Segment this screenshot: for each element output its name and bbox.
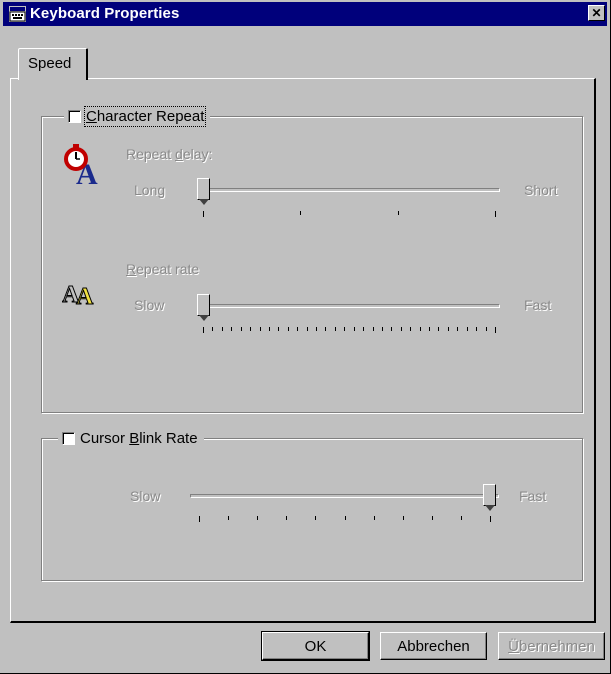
tick-mark xyxy=(250,327,252,331)
tick-mark xyxy=(363,327,365,331)
repeat-delay-max-label: Short xyxy=(524,182,558,198)
tick-mark xyxy=(268,327,270,331)
close-icon: ✕ xyxy=(591,6,602,20)
tab-speed-label: Speed xyxy=(28,55,72,72)
keyboard-app-icon xyxy=(9,6,26,22)
cursor-blink-min-label: Slow xyxy=(130,488,161,504)
tick-mark xyxy=(287,327,289,331)
tick-mark xyxy=(460,516,462,520)
cursor-blink-max-label: Fast xyxy=(519,488,547,504)
tick-mark xyxy=(286,516,288,520)
tick-mark xyxy=(381,327,383,331)
tick-mark xyxy=(297,327,299,331)
tick-mark xyxy=(429,327,431,331)
repeat-rate-max-label: Fast xyxy=(524,297,552,313)
tick-mark xyxy=(391,327,393,331)
tick-mark xyxy=(476,327,478,331)
cursor-blink-group xyxy=(41,438,583,581)
stopwatch-letter-icon: A xyxy=(64,144,98,186)
cursor-blink-legend: Cursor Blink Rate xyxy=(58,428,204,448)
tick-mark xyxy=(373,516,375,520)
window-title: Keyboard Properties xyxy=(30,5,180,22)
tick-mark xyxy=(400,327,402,331)
character-repeat-group xyxy=(41,116,583,413)
tick-mark xyxy=(240,327,242,331)
tick-mark xyxy=(344,516,346,520)
tick-mark xyxy=(257,516,259,520)
tick-mark xyxy=(306,327,308,331)
repeat-delay-track xyxy=(198,188,500,192)
character-repeat-legend: Character Repeat xyxy=(64,105,211,127)
tick-mark xyxy=(325,327,327,331)
cursor-blink-label[interactable]: Cursor Blink Rate xyxy=(80,430,198,447)
repeat-rate-ticks xyxy=(203,327,496,333)
tick-mark xyxy=(419,327,421,331)
repeat-rate-track xyxy=(198,304,500,308)
keyboard-properties-window: Keyboard Properties ✕ Speed Character Re… xyxy=(0,0,611,674)
character-repeat-label[interactable]: Character Repeat xyxy=(83,105,207,127)
tick-mark xyxy=(199,516,200,522)
cursor-blink-checkbox[interactable] xyxy=(62,431,75,445)
repeat-delay-ticks xyxy=(203,211,496,217)
tab-speed[interactable]: Speed xyxy=(18,48,88,80)
tick-mark xyxy=(228,516,230,520)
repeat-delay-slider[interactable] xyxy=(197,178,210,205)
title-bar[interactable]: Keyboard Properties ✕ xyxy=(3,2,607,26)
tick-mark xyxy=(344,327,346,331)
tick-mark xyxy=(316,327,318,331)
cursor-blink-track xyxy=(190,494,499,498)
tick-mark xyxy=(410,327,412,331)
tick-mark xyxy=(278,327,280,331)
character-repeat-checkbox[interactable] xyxy=(68,109,81,123)
tick-mark xyxy=(490,516,491,522)
ok-button[interactable]: OK xyxy=(261,631,370,661)
repeat-rate-min-label: Slow xyxy=(134,297,165,313)
apply-button[interactable]: Übernehmen xyxy=(498,632,605,660)
cursor-blink-ticks xyxy=(199,516,491,522)
cursor-blink-slider[interactable] xyxy=(483,484,496,511)
repeat-letters-icon: A A xyxy=(62,282,95,309)
tick-mark xyxy=(402,516,404,520)
repeat-delay-label: Repeat delay: xyxy=(126,146,213,162)
tick-mark xyxy=(397,211,399,215)
tick-mark xyxy=(300,211,302,215)
svg-text:A: A xyxy=(76,284,94,308)
tick-mark xyxy=(438,327,440,331)
tick-mark xyxy=(495,211,496,217)
tick-mark xyxy=(203,327,204,333)
tick-mark xyxy=(259,327,261,331)
repeat-rate-label: Repeat rate xyxy=(126,261,200,277)
tick-mark xyxy=(466,327,468,331)
tick-mark xyxy=(231,327,233,331)
cancel-button[interactable]: Abbrechen xyxy=(380,632,487,660)
tick-mark xyxy=(315,516,317,520)
tick-mark xyxy=(457,327,459,331)
tick-mark xyxy=(334,327,336,331)
repeat-delay-min-label: Long xyxy=(134,182,166,198)
tick-mark xyxy=(212,327,214,331)
tick-mark xyxy=(203,211,204,217)
close-button[interactable]: ✕ xyxy=(588,5,605,21)
tick-mark xyxy=(495,327,496,333)
repeat-rate-slider[interactable] xyxy=(197,294,210,321)
tick-mark xyxy=(372,327,374,331)
tick-mark xyxy=(431,516,433,520)
tick-mark xyxy=(485,327,487,331)
tick-mark xyxy=(221,327,223,331)
tick-mark xyxy=(447,327,449,331)
tick-mark xyxy=(353,327,355,331)
